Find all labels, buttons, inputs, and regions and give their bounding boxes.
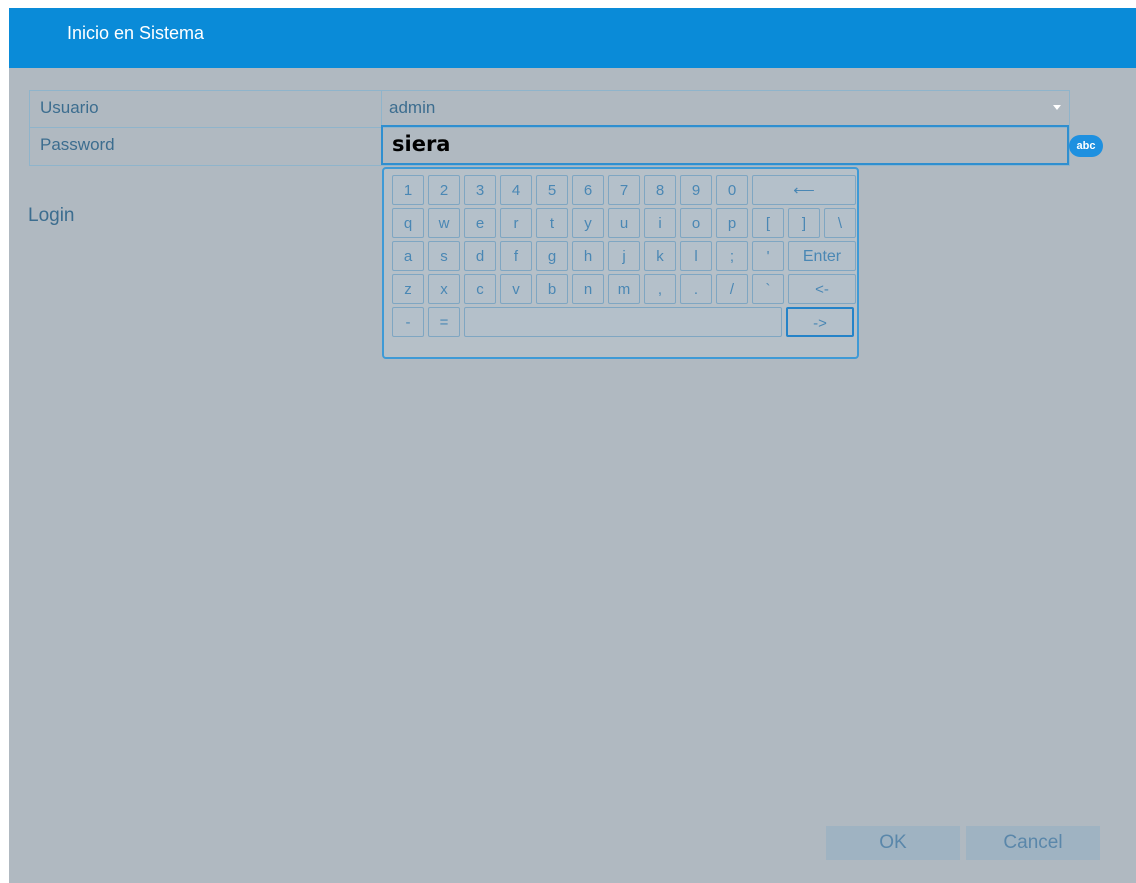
left-arrow-key[interactable]: <- (788, 274, 856, 304)
key-h[interactable]: h (572, 241, 604, 271)
input-mode-badge[interactable]: abc (1069, 135, 1103, 157)
user-select[interactable]: admin (382, 91, 1069, 127)
key-a[interactable]: a (392, 241, 424, 271)
key-o[interactable]: o (680, 208, 712, 238)
key-v[interactable]: v (500, 274, 532, 304)
password-label: Password (30, 128, 382, 165)
cancel-button[interactable]: Cancel (966, 826, 1100, 860)
backspace-key[interactable]: ⟵ (752, 175, 856, 205)
user-row: Usuario admin (30, 91, 1069, 128)
user-value: admin (389, 98, 436, 117)
key-r[interactable]: r (500, 208, 532, 238)
key-l[interactable]: l (680, 241, 712, 271)
key-q[interactable]: q (392, 208, 424, 238)
user-label: Usuario (30, 91, 382, 127)
key-d[interactable]: d (464, 241, 496, 271)
space-key[interactable] (464, 307, 782, 337)
key-2[interactable]: 2 (428, 175, 460, 205)
key-5[interactable]: 5 (536, 175, 568, 205)
key-s[interactable]: s (428, 241, 460, 271)
key-e[interactable]: e (464, 208, 496, 238)
key-,[interactable]: , (644, 274, 676, 304)
on-screen-keyboard: 1 2 3 4 5 6 7 8 9 0 ⟵ q w e r t y u i o p[] \ a s d f g h j k l; ' Enter… (382, 167, 859, 359)
key-][interactable]: ] (788, 208, 820, 238)
key-`[interactable]: ` (752, 274, 784, 304)
key--[interactable]: - (392, 307, 424, 337)
password-field[interactable] (381, 125, 1069, 165)
key-x[interactable]: x (428, 274, 460, 304)
dialog-title-bar: Inicio en Sistema (9, 8, 1136, 68)
key-[[interactable]: [ (752, 208, 784, 238)
key-'[interactable]: ' (752, 241, 784, 271)
key-t[interactable]: t (536, 208, 568, 238)
right-arrow-key[interactable]: -> (786, 307, 854, 337)
enter-key[interactable]: Enter (788, 241, 856, 271)
key-k[interactable]: k (644, 241, 676, 271)
key-9[interactable]: 9 (680, 175, 712, 205)
key-1[interactable]: 1 (392, 175, 424, 205)
key-j[interactable]: j (608, 241, 640, 271)
key-3[interactable]: 3 (464, 175, 496, 205)
key-.[interactable]: . (680, 274, 712, 304)
key-backslash[interactable]: \ (824, 208, 856, 238)
key-y[interactable]: y (572, 208, 604, 238)
password-value: siera (392, 132, 451, 156)
key-=[interactable]: = (428, 307, 460, 337)
key-6[interactable]: 6 (572, 175, 604, 205)
key-z[interactable]: z (392, 274, 424, 304)
key-4[interactable]: 4 (500, 175, 532, 205)
key-;[interactable]: ; (716, 241, 748, 271)
key-g[interactable]: g (536, 241, 568, 271)
key-p[interactable]: p (716, 208, 748, 238)
login-label: Login (28, 205, 75, 226)
ok-button[interactable]: OK (826, 826, 960, 860)
key-n[interactable]: n (572, 274, 604, 304)
key-w[interactable]: w (428, 208, 460, 238)
key-0[interactable]: 0 (716, 175, 748, 205)
key-m[interactable]: m (608, 274, 640, 304)
key-/[interactable]: / (716, 274, 748, 304)
key-b[interactable]: b (536, 274, 568, 304)
key-c[interactable]: c (464, 274, 496, 304)
key-f[interactable]: f (500, 241, 532, 271)
key-u[interactable]: u (608, 208, 640, 238)
key-7[interactable]: 7 (608, 175, 640, 205)
key-i[interactable]: i (644, 208, 676, 238)
key-8[interactable]: 8 (644, 175, 676, 205)
dialog-title: Inicio en Sistema (67, 23, 205, 43)
chevron-down-icon[interactable] (1053, 105, 1061, 110)
